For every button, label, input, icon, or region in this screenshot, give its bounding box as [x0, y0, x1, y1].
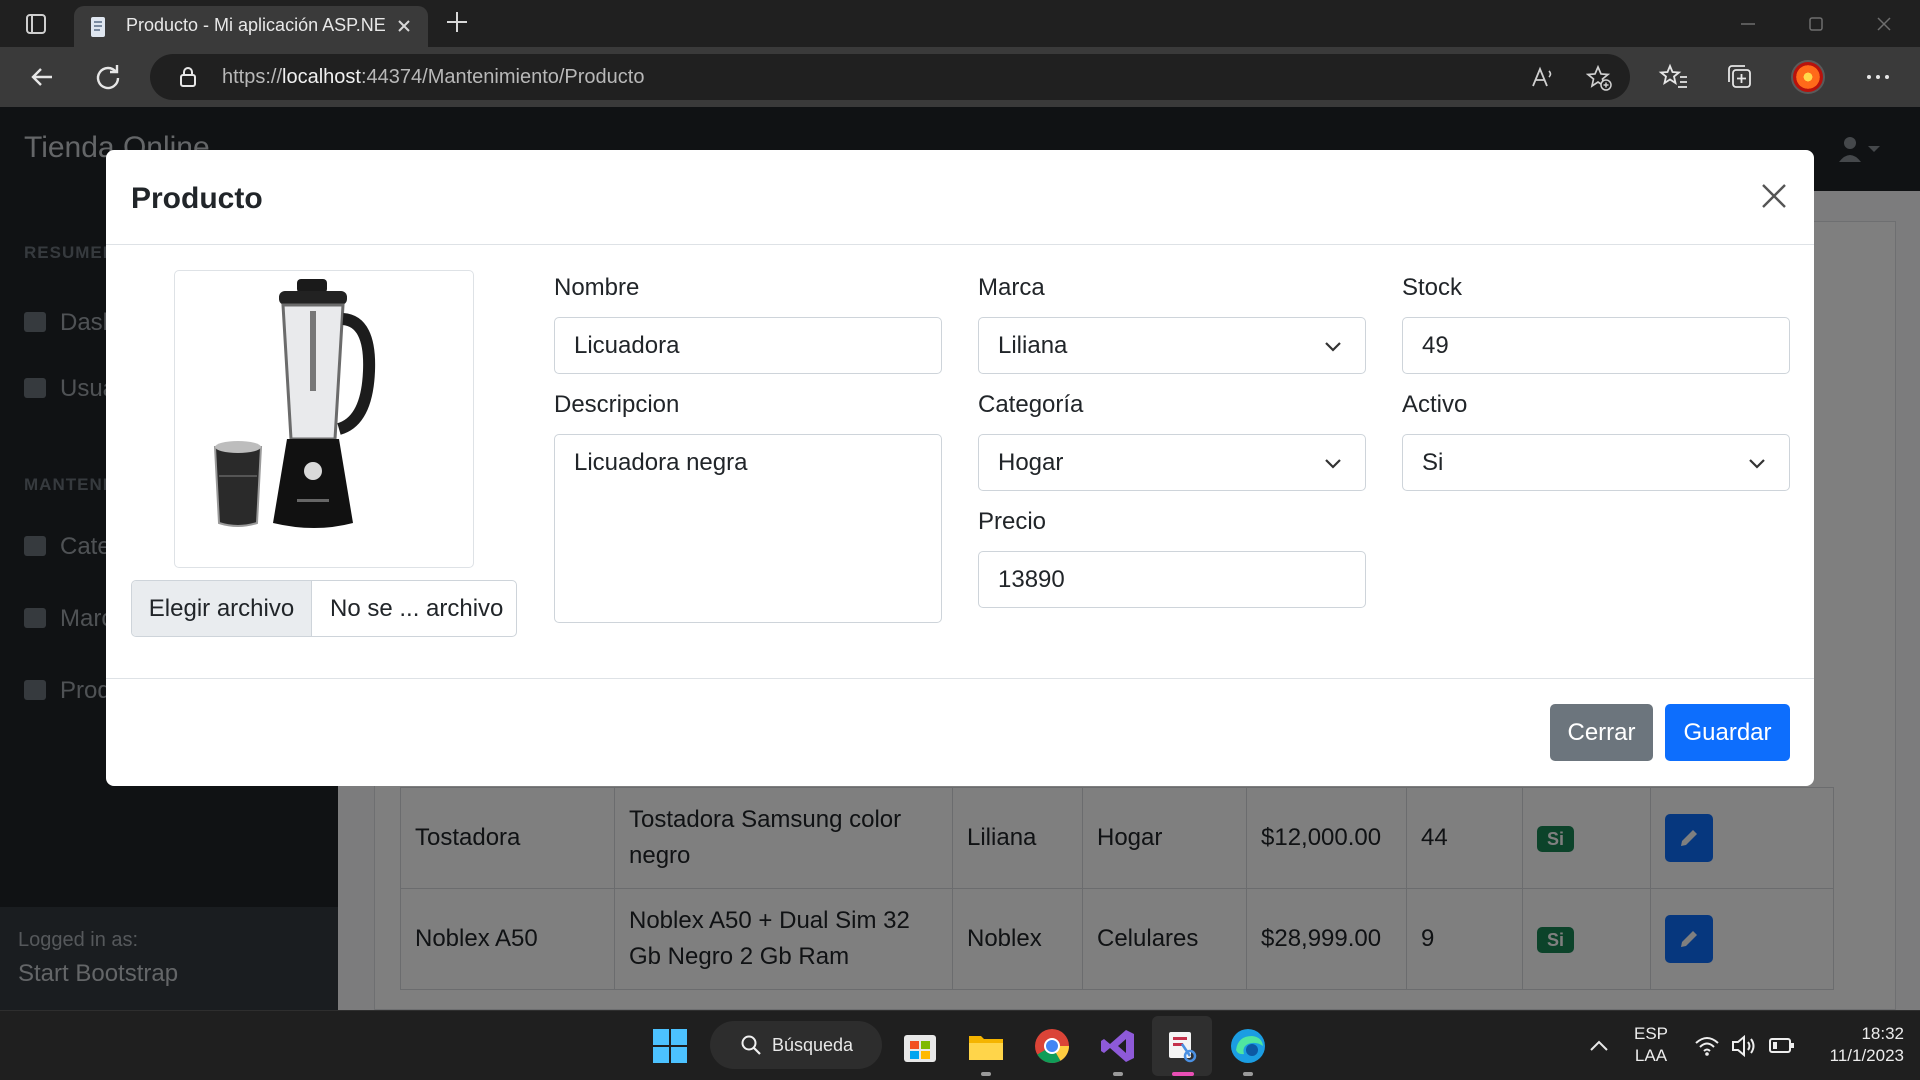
taskbar-search[interactable]: Búsqueda — [710, 1021, 882, 1069]
search-label: Búsqueda — [772, 1035, 854, 1055]
label-precio: Precio — [978, 508, 1047, 535]
browser-tab-bar: Producto - Mi aplicación ASP.NET Core MV… — [0, 0, 1920, 47]
active-app-indicator — [1172, 1072, 1194, 1076]
browser-tab-active[interactable]: Producto - Mi aplicación ASP.NET Core MV… — [74, 6, 428, 47]
language-indicator[interactable]: ESP LAA — [1628, 1023, 1674, 1067]
collections-icon[interactable] — [1724, 61, 1756, 93]
add-favorite-icon[interactable] — [1586, 65, 1612, 91]
more-menu-icon[interactable] — [1862, 61, 1894, 93]
modal-close-icon[interactable] — [1758, 180, 1790, 212]
running-indicator — [981, 1072, 991, 1076]
tab-close-icon[interactable] — [394, 16, 414, 36]
browser-address-bar: https://localhost:44374/Mantenimiento/Pr… — [0, 47, 1920, 107]
search-icon — [741, 1035, 761, 1055]
wifi-icon[interactable] — [1694, 1033, 1720, 1059]
lock-icon[interactable] — [178, 66, 198, 88]
label-stock: Stock — [1402, 274, 1463, 301]
categoria-select[interactable]: Hogar — [978, 434, 1366, 491]
running-indicator — [1243, 1072, 1253, 1076]
new-tab-icon[interactable] — [444, 9, 470, 35]
microsoft-store-icon[interactable] — [900, 1026, 940, 1066]
save-button[interactable]: Guardar — [1665, 704, 1790, 761]
chevron-down-icon — [1325, 459, 1341, 469]
url-text: https://localhost:44374/Mantenimiento/Pr… — [222, 66, 645, 88]
label-nombre: Nombre — [554, 274, 640, 301]
start-icon[interactable] — [650, 1026, 690, 1066]
snipping-tool-icon[interactable] — [1162, 1026, 1202, 1066]
chevron-down-icon — [1325, 342, 1341, 352]
precio-input[interactable]: 13890 — [978, 551, 1366, 608]
label-descripcion: Descripcion — [554, 391, 680, 418]
marca-selected-value: Liliana — [998, 332, 1068, 359]
page-favicon-icon — [91, 17, 105, 37]
volume-icon[interactable] — [1730, 1033, 1758, 1059]
label-activo: Activo — [1402, 391, 1468, 418]
keyboard-layout: LAA — [1634, 1046, 1668, 1065]
refresh-icon[interactable] — [92, 61, 124, 93]
image-file-input[interactable]: Elegir archivo No se ... archivo — [131, 580, 517, 637]
nombre-input[interactable]: Licuadora — [554, 317, 942, 374]
activo-selected-value: Si — [1422, 449, 1444, 476]
modal-footer: Cerrar Guardar — [106, 678, 1814, 786]
file-name-text: No se ... archivo — [330, 595, 504, 622]
chevron-up-icon[interactable] — [1588, 1035, 1610, 1057]
battery-icon[interactable] — [1768, 1035, 1796, 1057]
file-explorer-icon[interactable] — [966, 1026, 1006, 1066]
marca-select[interactable]: Liliana — [978, 317, 1366, 374]
label-marca: Marca — [978, 274, 1045, 301]
back-icon[interactable] — [26, 61, 58, 93]
clock[interactable]: 18:32 11/1/2023 — [1808, 1023, 1904, 1067]
minimize-icon[interactable] — [1736, 12, 1760, 36]
clock-time: 18:32 — [1861, 1024, 1904, 1043]
chevron-down-icon — [1749, 459, 1765, 469]
visual-studio-icon[interactable] — [1098, 1026, 1138, 1066]
restore-icon[interactable] — [1804, 12, 1828, 36]
modal-header: Producto — [106, 150, 1814, 245]
label-categoria: Categoría — [978, 391, 1084, 418]
url-input[interactable]: https://localhost:44374/Mantenimiento/Pr… — [150, 54, 1630, 100]
activo-select[interactable]: Si — [1402, 434, 1790, 491]
chrome-icon[interactable] — [1032, 1026, 1072, 1066]
language-code: ESP — [1633, 1024, 1669, 1043]
favorites-icon[interactable] — [1658, 61, 1690, 93]
clock-date: 11/1/2023 — [1829, 1046, 1904, 1065]
product-modal: Producto Elegir archivo No se ... archiv… — [106, 150, 1814, 786]
windows-taskbar: Búsqueda ESP LAA 18:32 11/1/2023 — [0, 1010, 1920, 1080]
profile-avatar[interactable] — [1791, 60, 1825, 94]
modal-title: Producto — [131, 182, 263, 215]
running-indicator — [1113, 1072, 1123, 1076]
close-button[interactable]: Cerrar — [1550, 704, 1653, 761]
tab-title: Producto - Mi aplicación ASP.NET Core MV… — [126, 15, 386, 35]
product-image-preview — [174, 270, 474, 568]
close-window-icon[interactable] — [1872, 12, 1896, 36]
read-aloud-icon[interactable] — [1530, 65, 1556, 91]
descripcion-textarea[interactable]: Licuadora negra — [554, 434, 942, 623]
choose-file-button[interactable]: Elegir archivo — [132, 581, 312, 636]
edge-icon[interactable] — [1228, 1026, 1268, 1066]
blender-image — [213, 279, 376, 528]
stock-input[interactable]: 49 — [1402, 317, 1790, 374]
tab-actions-icon[interactable] — [18, 10, 52, 38]
categoria-selected-value: Hogar — [998, 449, 1064, 476]
